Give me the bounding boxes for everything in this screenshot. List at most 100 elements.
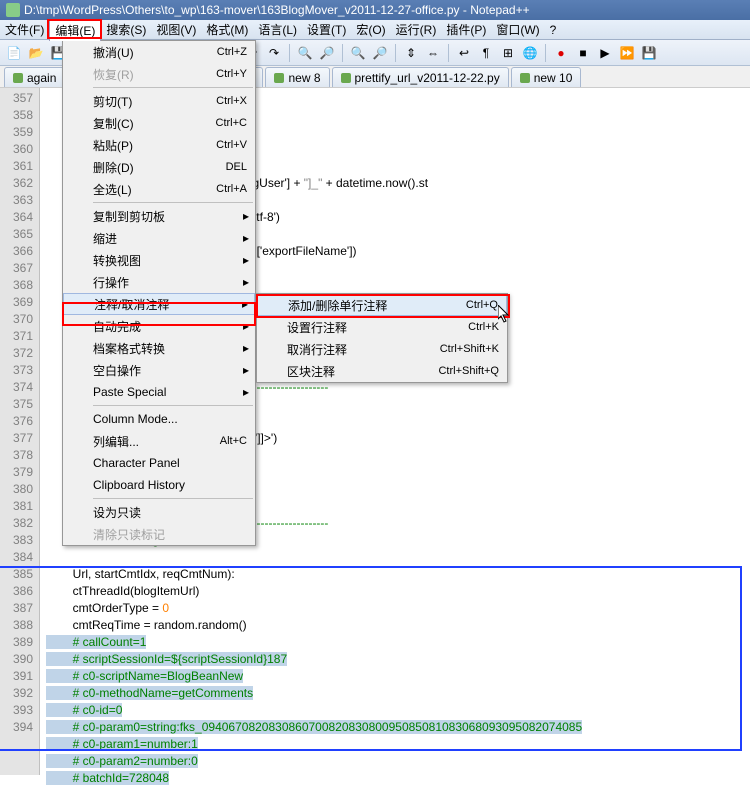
- menu-entry[interactable]: 缩进▸: [63, 227, 255, 249]
- all-chars-icon[interactable]: ¶: [476, 43, 496, 63]
- menu-item[interactable]: 视图(V): [151, 19, 201, 40]
- find-icon[interactable]: 🔍: [295, 43, 315, 63]
- line-number: 358: [0, 107, 33, 124]
- menu-entry[interactable]: 复制(C)Ctrl+C: [63, 112, 255, 134]
- wrap-icon[interactable]: ↩: [454, 43, 474, 63]
- menu-item[interactable]: 语言(L): [253, 19, 302, 40]
- code-line: [46, 549, 750, 566]
- menu-entry[interactable]: 粘贴(P)Ctrl+V: [63, 134, 255, 156]
- indent-guide-icon[interactable]: ⊞: [498, 43, 518, 63]
- menu-entry: 恢复(R)Ctrl+Y: [63, 63, 255, 85]
- menu-item[interactable]: 宏(O): [351, 19, 390, 40]
- menu-entry[interactable]: Paste Special▸: [63, 381, 255, 403]
- code-line: # c0-param1=number:1: [46, 736, 750, 753]
- menu-entry[interactable]: Column Mode...: [63, 408, 255, 430]
- menu-shortcut: Ctrl+Z: [217, 46, 247, 58]
- menu-entry-label: 缩进: [93, 230, 247, 247]
- menu-entry[interactable]: 档案格式转换▸: [63, 337, 255, 359]
- submenu-entry-label: 取消行注释: [287, 341, 440, 358]
- menu-item[interactable]: 搜索(S): [101, 19, 151, 40]
- menu-entry[interactable]: 撤消(U)Ctrl+Z: [63, 41, 255, 63]
- editor-tab[interactable]: new 10: [511, 67, 582, 87]
- record-icon[interactable]: ●: [551, 43, 571, 63]
- line-number: 362: [0, 175, 33, 192]
- submenu-entry[interactable]: 设置行注释Ctrl+K: [257, 316, 507, 338]
- menu-entry[interactable]: 剪切(T)Ctrl+X: [63, 90, 255, 112]
- code-line: Url, startCmtIdx, reqCmtNum):: [46, 566, 750, 583]
- menu-shortcut: Ctrl+Shift+Q: [438, 365, 499, 377]
- menu-entry[interactable]: 列编辑...Alt+C: [63, 430, 255, 452]
- menu-shortcut: Ctrl+Y: [216, 68, 247, 80]
- menu-entry[interactable]: 自动完成▸: [63, 315, 255, 337]
- menu-entry-label: 剪切(T): [93, 93, 216, 110]
- menu-entry[interactable]: 空白操作▸: [63, 359, 255, 381]
- zoom-out-icon[interactable]: 🔎: [370, 43, 390, 63]
- menu-entry-label: 空白操作: [93, 362, 247, 379]
- menu-entry[interactable]: 删除(D)DEL: [63, 156, 255, 178]
- submenu-arrow-icon: ▸: [242, 297, 248, 311]
- menu-entry[interactable]: 行操作▸: [63, 271, 255, 293]
- sync-v-icon[interactable]: ⇕: [401, 43, 421, 63]
- code-line: # c0-param0=string:fks_09406708208308607…: [46, 719, 750, 736]
- menu-entry-label: 复制到剪切板: [93, 208, 247, 225]
- submenu-arrow-icon: ▸: [243, 253, 249, 267]
- line-number: 391: [0, 668, 33, 685]
- menu-entry[interactable]: Clipboard History: [63, 474, 255, 496]
- menu-entry-label: Column Mode...: [93, 412, 247, 426]
- menu-entry-label: Character Panel: [93, 456, 247, 470]
- menu-shortcut: Ctrl+K: [468, 321, 499, 333]
- line-number: 383: [0, 532, 33, 549]
- line-number: 365: [0, 226, 33, 243]
- menu-entry[interactable]: 复制到剪切板▸: [63, 205, 255, 227]
- menu-item[interactable]: 编辑(E): [49, 19, 101, 41]
- menu-separator: [93, 498, 253, 499]
- menu-entry-label: 档案格式转换: [93, 340, 247, 357]
- line-number: 360: [0, 141, 33, 158]
- tab-label: prettify_url_v2011-12-22.py: [355, 71, 500, 85]
- save-macro-icon[interactable]: 💾: [639, 43, 659, 63]
- menu-entry[interactable]: 转换视图▸: [63, 249, 255, 271]
- zoom-in-icon[interactable]: 🔍: [348, 43, 368, 63]
- menu-item[interactable]: 文件(F): [0, 19, 49, 40]
- menu-item[interactable]: 窗口(W): [491, 19, 544, 40]
- toolbar-separator: [395, 44, 396, 62]
- menu-item[interactable]: 运行(R): [391, 19, 442, 40]
- menu-entry-label: 粘贴(P): [93, 137, 216, 154]
- line-number: 376: [0, 413, 33, 430]
- menu-entry[interactable]: 注释/取消注释▸: [63, 293, 255, 315]
- menu-entry-label: Paste Special: [93, 385, 247, 399]
- code-line: # batchId=728048: [46, 770, 750, 787]
- line-number: 389: [0, 634, 33, 651]
- line-number: 374: [0, 379, 33, 396]
- submenu-arrow-icon: ▸: [243, 275, 249, 289]
- code-line: # c0-scriptName=BlogBeanNew: [46, 668, 750, 685]
- menu-item[interactable]: 插件(P): [441, 19, 491, 40]
- editor-tab[interactable]: again: [4, 67, 65, 87]
- code-line: # c0-id=0: [46, 702, 750, 719]
- new-file-icon[interactable]: 📄: [4, 43, 24, 63]
- editor-tab[interactable]: new 8: [265, 67, 329, 87]
- submenu-entry[interactable]: 区块注释Ctrl+Shift+Q: [257, 360, 507, 382]
- stop-icon[interactable]: ■: [573, 43, 593, 63]
- menu-entry[interactable]: Character Panel: [63, 452, 255, 474]
- menu-entry[interactable]: 全选(L)Ctrl+A: [63, 178, 255, 200]
- open-icon[interactable]: 📂: [26, 43, 46, 63]
- play-icon[interactable]: ▶: [595, 43, 615, 63]
- lang-icon[interactable]: 🌐: [520, 43, 540, 63]
- menu-entry[interactable]: 设为只读: [63, 501, 255, 523]
- menu-entry-label: Clipboard History: [93, 478, 247, 492]
- redo-icon[interactable]: ↷: [264, 43, 284, 63]
- menu-shortcut: Alt+C: [220, 435, 247, 447]
- menu-item[interactable]: 格式(M): [201, 19, 253, 40]
- menu-item[interactable]: 设置(T): [302, 19, 351, 40]
- sync-h-icon[interactable]: ⇔: [423, 43, 443, 63]
- submenu-entry[interactable]: 添加/删除单行注释Ctrl+Q: [257, 294, 507, 316]
- replace-icon[interactable]: 🔎: [317, 43, 337, 63]
- editor-tab[interactable]: prettify_url_v2011-12-22.py: [332, 67, 509, 87]
- submenu-entry[interactable]: 取消行注释Ctrl+Shift+K: [257, 338, 507, 360]
- code-line: ctThreadId(blogItemUrl): [46, 583, 750, 600]
- menu-item[interactable]: ?: [545, 21, 562, 39]
- fast-icon[interactable]: ⏩: [617, 43, 637, 63]
- file-icon: [13, 73, 23, 83]
- line-number: 379: [0, 464, 33, 481]
